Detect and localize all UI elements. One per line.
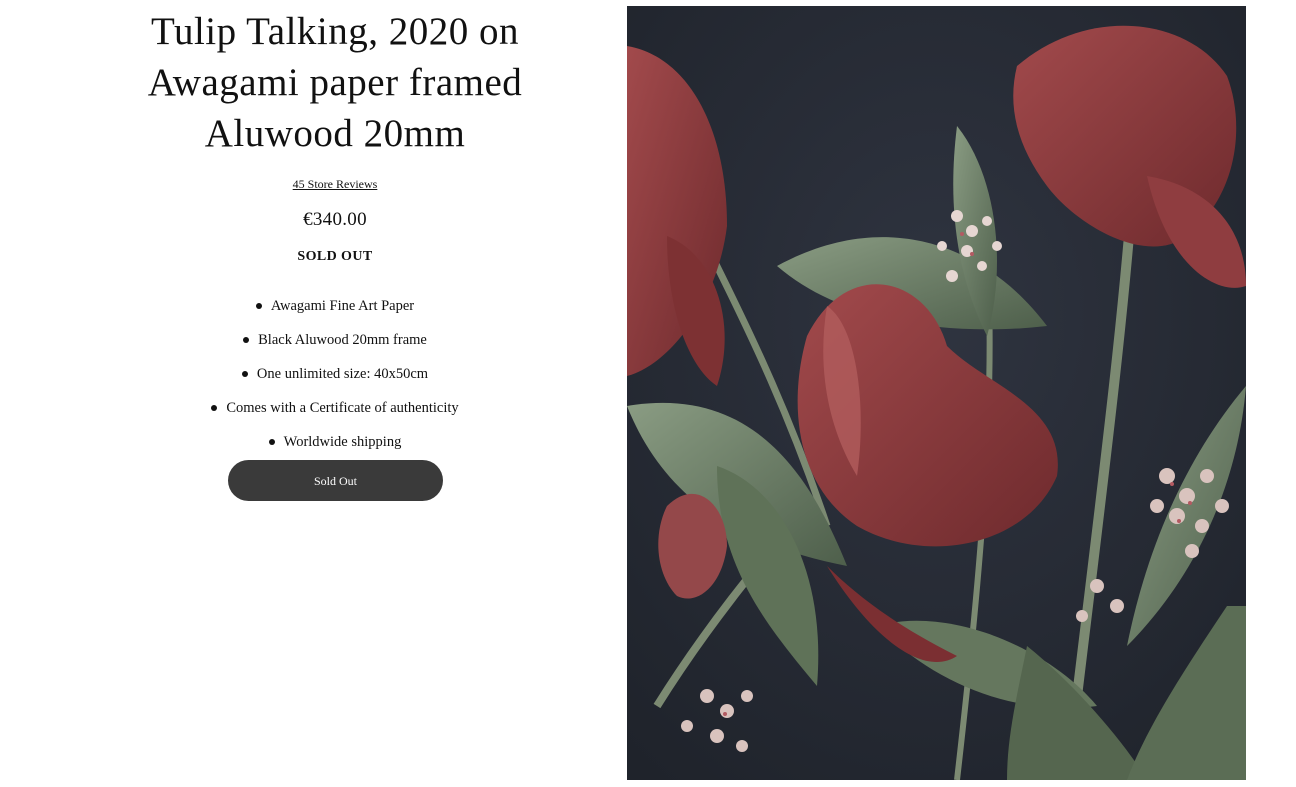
product-price: €340.00 — [303, 209, 367, 230]
feature-item: One unlimited size: 40x50cm — [120, 357, 550, 391]
store-reviews-link[interactable]: 45 Store Reviews — [293, 177, 378, 192]
feature-text: Comes with a Certificate of authenticity — [226, 400, 459, 416]
tulip-artwork — [627, 6, 1246, 780]
feature-text: Black Aluwood 20mm frame — [258, 332, 427, 348]
bullet-icon — [268, 438, 275, 445]
feature-list: Awagami Fine Art Paper Black Aluwood 20m… — [120, 289, 550, 459]
feature-text: Worldwide shipping — [283, 434, 402, 450]
feature-item: Black Aluwood 20mm frame — [120, 323, 550, 357]
availability-status: SOLD OUT — [297, 249, 373, 264]
feature-text: Awagami Fine Art Paper — [270, 298, 415, 314]
feature-item: Worldwide shipping — [120, 425, 550, 459]
bullet-icon — [211, 404, 218, 411]
bullet-icon — [243, 336, 250, 343]
feature-item: Awagami Fine Art Paper — [120, 289, 550, 323]
bullet-icon — [241, 370, 248, 377]
feature-text: One unlimited size: 40x50cm — [256, 366, 429, 382]
feature-item: Comes with a Certificate of authenticity — [120, 391, 550, 425]
product-title: Tulip Talking, 2020 on Awagami paper fra… — [147, 10, 523, 155]
sold-out-button[interactable]: Sold Out — [228, 460, 443, 501]
bullet-icon — [255, 302, 262, 309]
product-image[interactable] — [627, 6, 1246, 780]
product-info: Tulip Talking, 2020 on Awagami paper fra… — [120, 0, 550, 501]
